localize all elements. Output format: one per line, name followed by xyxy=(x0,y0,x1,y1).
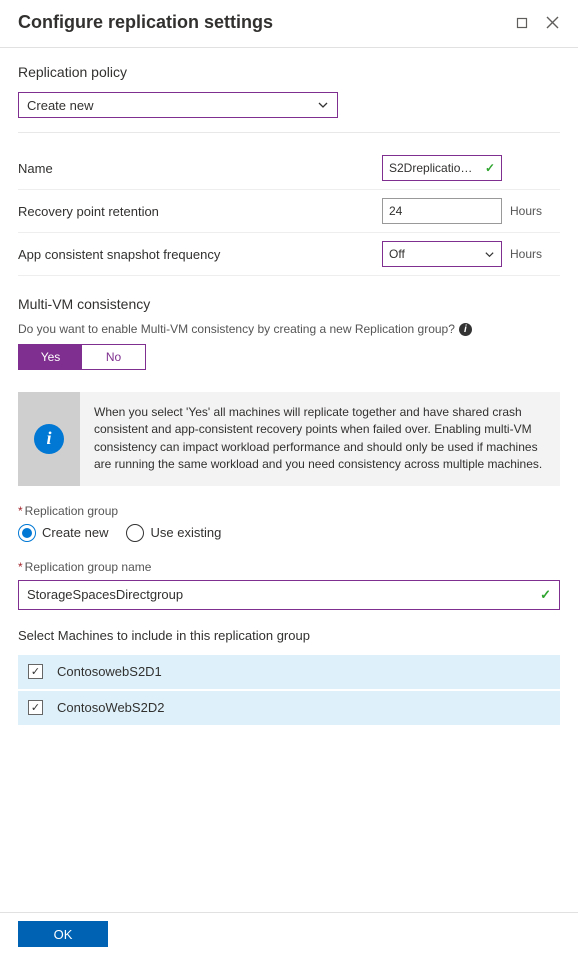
machines-label: Select Machines to include in this repli… xyxy=(18,628,560,643)
multivm-no-button[interactable]: No xyxy=(82,345,145,369)
multivm-title: Multi-VM consistency xyxy=(18,296,560,312)
replication-policy-dropdown[interactable]: Create new xyxy=(18,92,338,118)
snapshot-label: App consistent snapshot frequency xyxy=(18,247,382,262)
radio-create-new[interactable]: Create new xyxy=(18,524,108,542)
restore-window-button[interactable] xyxy=(512,13,532,33)
table-row[interactable]: ✓ ContosowebS2D1 xyxy=(18,655,560,691)
checkmark-icon: ✓ xyxy=(485,161,495,175)
retention-unit: Hours xyxy=(510,204,560,218)
snapshot-dropdown[interactable]: Off xyxy=(382,241,502,267)
replication-group-label: *Replication group xyxy=(18,504,560,518)
ok-button[interactable]: OK xyxy=(18,921,108,947)
policy-name-label: Name xyxy=(18,161,382,176)
snapshot-value: Off xyxy=(389,247,405,261)
retention-value: 24 xyxy=(389,204,402,218)
machine-name: ContosowebS2D1 xyxy=(57,664,162,679)
replication-group-name-value: StorageSpacesDirectgroup xyxy=(27,587,183,602)
policy-name-input[interactable]: S2Dreplication ... ✓ xyxy=(382,155,502,181)
info-icon: i xyxy=(34,424,64,454)
radio-use-existing[interactable]: Use existing xyxy=(126,524,221,542)
snapshot-unit: Hours xyxy=(510,247,560,261)
chevron-down-icon xyxy=(317,99,329,111)
replication-group-name-input[interactable]: StorageSpacesDirectgroup ✓ xyxy=(18,580,560,610)
multivm-question: Do you want to enable Multi-VM consisten… xyxy=(18,322,560,336)
checkbox[interactable]: ✓ xyxy=(28,700,43,715)
chevron-down-icon xyxy=(484,249,495,260)
replication-policy-title: Replication policy xyxy=(18,64,560,80)
checkbox[interactable]: ✓ xyxy=(28,664,43,679)
table-row[interactable]: ✓ ContosoWebS2D2 xyxy=(18,691,560,727)
info-banner: i When you select 'Yes' all machines wil… xyxy=(18,392,560,486)
machine-name: ContosoWebS2D2 xyxy=(57,700,164,715)
policy-name-value: S2Dreplication ... xyxy=(389,161,479,175)
replication-policy-value: Create new xyxy=(27,98,93,113)
page-title: Configure replication settings xyxy=(18,12,502,33)
close-button[interactable] xyxy=(542,13,562,33)
retention-label: Recovery point retention xyxy=(18,204,382,219)
info-banner-text: When you select 'Yes' all machines will … xyxy=(80,392,560,486)
replication-group-name-label: *Replication group name xyxy=(18,560,560,574)
multivm-yes-button[interactable]: Yes xyxy=(19,345,82,369)
info-icon[interactable]: i xyxy=(459,323,472,336)
multivm-toggle: Yes No xyxy=(18,344,146,370)
retention-input[interactable]: 24 xyxy=(382,198,502,224)
checkmark-icon: ✓ xyxy=(540,587,551,603)
